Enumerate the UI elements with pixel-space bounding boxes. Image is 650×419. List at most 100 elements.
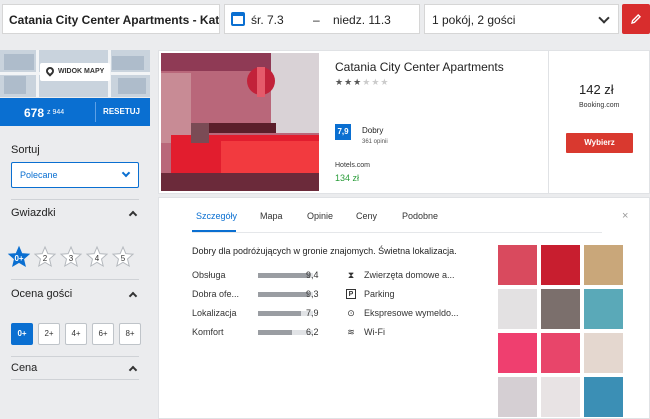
tab-1[interactable]: Mapa — [260, 211, 283, 221]
gallery-thumbnail[interactable] — [541, 245, 580, 285]
deal-provider[interactable]: Hotels.com — [335, 162, 370, 169]
rating-value: 9,3 — [306, 289, 319, 299]
gallery-thumbnail[interactable] — [498, 289, 537, 329]
map-view-button[interactable]: WIDOK MAPY — [40, 63, 111, 81]
rating-bar-fill — [258, 311, 302, 316]
tab-4[interactable]: Podobne — [402, 211, 438, 221]
results-count-bar: 678 z 944 RESETUJ — [0, 98, 150, 126]
wifi-icon: ≋ — [347, 327, 355, 337]
rating-label: Dobra ofe... — [192, 289, 240, 299]
score-label: Dobry — [362, 126, 384, 135]
date-to: niedz. 11.3 — [333, 13, 391, 27]
star-filled-icon: ★ — [344, 77, 354, 87]
map-block — [118, 78, 146, 94]
gallery-thumbnail[interactable] — [541, 377, 580, 417]
gallery-thumbnail[interactable] — [584, 289, 623, 329]
chevron-up-icon[interactable] — [128, 291, 138, 301]
divider — [11, 199, 139, 200]
rating-value: 7,9 — [306, 308, 319, 318]
date-picker[interactable]: śr. 7.3 – niedz. 11.3 — [224, 4, 420, 34]
map-view-label: WIDOK MAPY — [58, 68, 105, 75]
gallery-thumbnail[interactable] — [584, 245, 623, 285]
results-count: 678 — [24, 106, 45, 120]
details-panel: Szczegóły Mapa Opinie Ceny Podobne × Dobry d… — [158, 197, 650, 419]
edit-search-button[interactable] — [622, 4, 650, 34]
hotel-photo[interactable] — [161, 53, 319, 191]
divider — [11, 379, 139, 380]
rating-filter-2[interactable]: 4+ — [65, 323, 87, 345]
sort-heading: Sortuj — [11, 144, 40, 156]
hotel-photo-art — [161, 53, 319, 191]
gallery-thumbnail[interactable] — [498, 377, 537, 417]
date-separator: – — [313, 13, 320, 27]
star-filter-label: 4 — [94, 254, 100, 263]
star-filter-2[interactable]: 3 — [59, 245, 83, 269]
rating-filter-4[interactable]: 8+ — [119, 323, 141, 345]
pet-icon: ⧗ — [347, 270, 355, 280]
star-filter-label: 3 — [68, 254, 74, 263]
chevron-up-icon[interactable] — [128, 365, 138, 375]
search-bar: Catania City Center Apartments - Katan ś… — [0, 0, 650, 40]
star-filter-3[interactable]: 4 — [85, 245, 109, 269]
rating-bar-fill — [258, 273, 310, 278]
amenity-label: Ekspresowe wymeldo... — [364, 308, 459, 318]
star-filter-1[interactable]: 2 — [33, 245, 57, 269]
tab-2[interactable]: Opinie — [307, 211, 333, 221]
star-filled-icon: ★ — [353, 77, 363, 87]
choose-button[interactable]: Wybierz — [566, 133, 633, 153]
destination-input[interactable]: Catania City Center Apartments - Katan — [2, 4, 220, 34]
rating-bar — [258, 330, 313, 335]
deal-price[interactable]: 134 zł — [335, 173, 359, 183]
gallery-thumbnail[interactable] — [584, 333, 623, 373]
chevron-down-icon — [598, 12, 610, 24]
sort-select[interactable]: Polecane — [11, 162, 139, 188]
map-block — [112, 56, 144, 70]
star-filter-0[interactable]: 0+ — [7, 245, 31, 269]
star-filled-icon: ★ — [335, 77, 345, 87]
gallery-thumbnail[interactable] — [498, 245, 537, 285]
rating-filter-3[interactable]: 6+ — [92, 323, 114, 345]
gallery-thumbnail[interactable] — [541, 333, 580, 373]
date-from: śr. 7.3 — [251, 13, 284, 27]
pencil-icon — [631, 14, 641, 24]
hotel-name[interactable]: Catania City Center Apartments — [335, 60, 504, 74]
star-filter-4[interactable]: 5 — [111, 245, 135, 269]
rating-filter-1[interactable]: 2+ — [38, 323, 60, 345]
gallery-thumbnail[interactable] — [541, 289, 580, 329]
rating-bar-fill — [258, 330, 293, 335]
express-checkout-icon: ⊙ — [347, 308, 355, 318]
map-block — [4, 54, 34, 70]
rating-filter-0[interactable]: 0+ — [11, 323, 33, 345]
reset-button[interactable]: RESETUJ — [95, 102, 147, 122]
rating-bar-fill — [258, 292, 310, 297]
divider — [11, 279, 139, 280]
calendar-icon — [231, 12, 245, 26]
results-total: z 944 — [47, 109, 65, 116]
sort-value: Polecane — [20, 170, 58, 180]
rating-bar — [258, 311, 313, 316]
chevron-up-icon[interactable] — [128, 210, 138, 220]
star-filter-label: 2 — [42, 254, 48, 263]
tab-divider — [192, 232, 602, 233]
parking-icon: P — [346, 289, 356, 299]
star-empty-icon: ★ — [380, 77, 390, 87]
rating-bar — [258, 273, 313, 278]
gallery-thumbnail[interactable] — [498, 333, 537, 373]
rating-heading: Ocena gości — [11, 288, 73, 300]
guests-value: 1 pokój, 2 gości — [432, 13, 516, 27]
guests-selector[interactable]: 1 pokój, 2 gości — [424, 4, 619, 34]
review-count[interactable]: 361 opinii — [362, 139, 388, 145]
tab-0[interactable]: Szczegóły — [196, 211, 237, 221]
star-filter-label: 5 — [120, 254, 126, 263]
map-thumbnail[interactable]: WIDOK MAPY — [0, 50, 150, 97]
tab-3[interactable]: Ceny — [356, 211, 377, 221]
gallery-thumbnail[interactable] — [584, 377, 623, 417]
price-heading: Cena — [11, 362, 38, 374]
amenity-label: Zwierzęta domowe a... — [364, 270, 455, 280]
score-badge: 7,9 — [335, 124, 351, 140]
photo-gallery — [498, 245, 623, 417]
star-empty-icon: ★ — [362, 77, 372, 87]
main-price: 142 zł — [579, 82, 614, 97]
stars-heading: Gwiazdki — [11, 207, 56, 219]
close-icon[interactable]: × — [622, 210, 628, 222]
